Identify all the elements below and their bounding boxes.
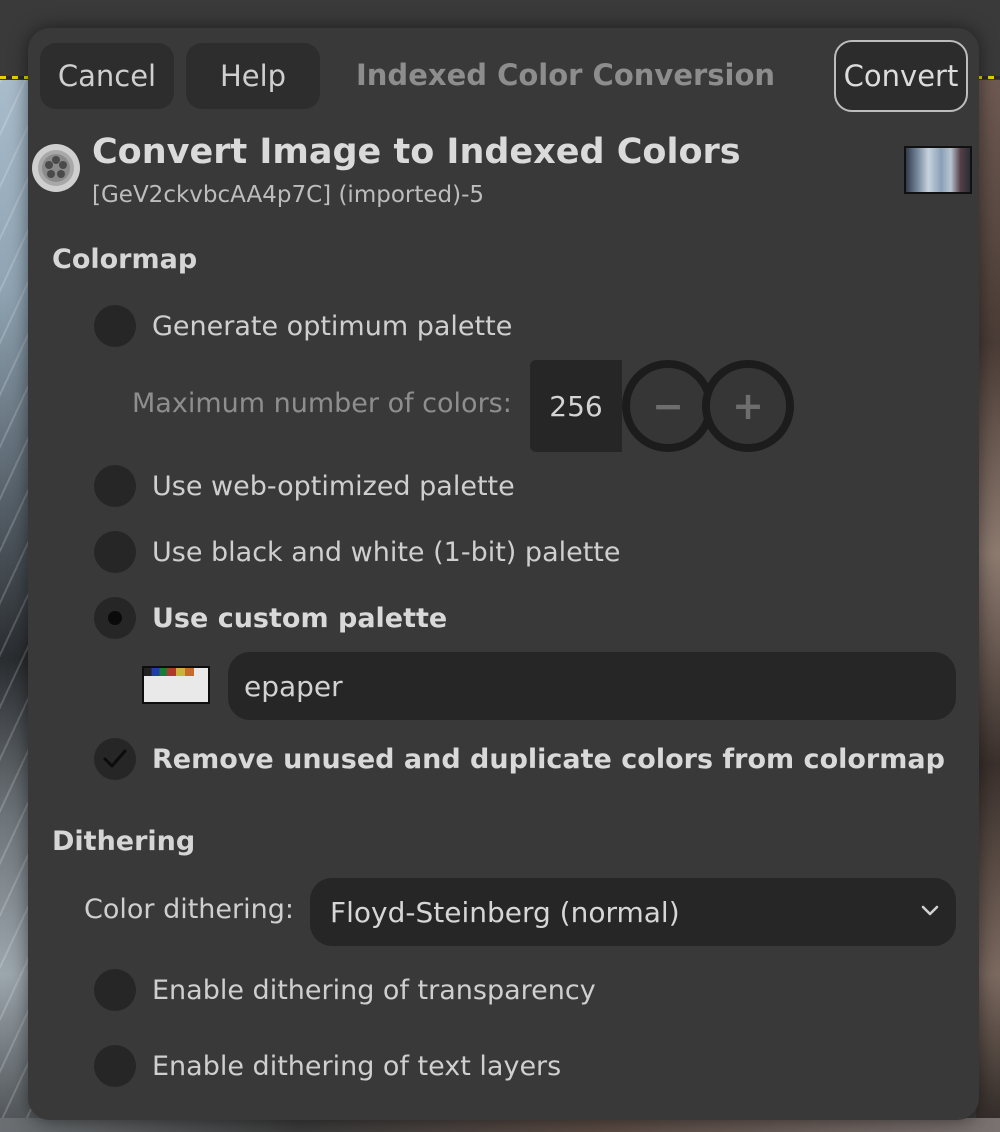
image-canvas-right xyxy=(976,80,1000,1132)
radio-button[interactable] xyxy=(94,531,136,573)
selection-marquee-left xyxy=(0,76,30,79)
checkbox-label: Enable dithering of text layers xyxy=(152,1050,562,1082)
page-title: Convert Image to Indexed Colors xyxy=(92,132,741,172)
gimp-convert-icon xyxy=(32,144,80,192)
palette-preview-swatch[interactable] xyxy=(142,666,210,704)
radio-label: Generate optimum palette xyxy=(152,310,513,342)
decrement-button[interactable]: − xyxy=(622,360,714,452)
color-dithering-label: Color dithering: xyxy=(84,894,294,925)
plus-icon: + xyxy=(732,384,764,428)
selection-marquee-right xyxy=(976,76,1000,79)
radio-button[interactable] xyxy=(94,305,136,347)
select-value: Floyd-Steinberg (normal) xyxy=(330,895,680,929)
radio-button[interactable] xyxy=(94,465,136,507)
remove-unused-checkbox[interactable] xyxy=(94,738,136,780)
indexed-color-dialog: Cancel Help Indexed Color Conversion Con… xyxy=(28,28,979,1120)
image-canvas-bottom xyxy=(0,1118,1000,1132)
radio-button-selected[interactable] xyxy=(94,597,136,639)
radio-web-optimized[interactable]: Use web-optimized palette xyxy=(94,465,515,507)
max-colors-input[interactable]: 256 xyxy=(530,360,622,452)
palette-color-strip xyxy=(144,668,208,676)
dithering-section-label: Dithering xyxy=(52,826,196,857)
custom-palette-field[interactable]: epaper xyxy=(228,652,956,720)
dither-transparency-option[interactable]: Enable dithering of transparency xyxy=(94,969,596,1011)
image-name: [GeV2ckvbcAA4p7C] (imported)-5 xyxy=(92,182,485,208)
convert-button[interactable]: Convert xyxy=(834,40,968,112)
radio-generate-optimum[interactable]: Generate optimum palette xyxy=(94,305,512,347)
max-colors-label: Maximum number of colors: xyxy=(132,388,512,419)
minus-icon: − xyxy=(652,384,684,428)
image-thumbnail xyxy=(904,146,972,194)
radio-label: Use black and white (1-bit) palette xyxy=(152,536,621,568)
dither-text-layers-option[interactable]: Enable dithering of text layers xyxy=(94,1045,561,1087)
increment-button[interactable]: + xyxy=(702,360,794,452)
checkbox-label: Enable dithering of transparency xyxy=(152,974,596,1006)
checkbox-label: Remove unused and duplicate colors from … xyxy=(152,743,945,775)
colormap-section-label: Colormap xyxy=(52,244,198,275)
radio-label: Use web-optimized palette xyxy=(152,470,515,502)
color-dithering-select[interactable]: Floyd-Steinberg (normal) xyxy=(310,878,956,946)
radio-selected-dot xyxy=(108,611,122,625)
chevron-down-icon xyxy=(921,905,939,916)
cancel-button[interactable]: Cancel xyxy=(40,43,174,109)
radio-label: Use custom palette xyxy=(152,602,448,634)
dialog-title: Indexed Color Conversion xyxy=(356,58,776,92)
remove-unused-option[interactable]: Remove unused and duplicate colors from … xyxy=(94,738,945,780)
help-button[interactable]: Help xyxy=(186,43,320,109)
radio-black-white[interactable]: Use black and white (1-bit) palette xyxy=(94,531,621,573)
checkbox[interactable] xyxy=(94,1045,136,1087)
checkmark-icon xyxy=(103,749,127,768)
radio-custom-palette[interactable]: Use custom palette xyxy=(94,597,447,639)
checkbox[interactable] xyxy=(94,969,136,1011)
